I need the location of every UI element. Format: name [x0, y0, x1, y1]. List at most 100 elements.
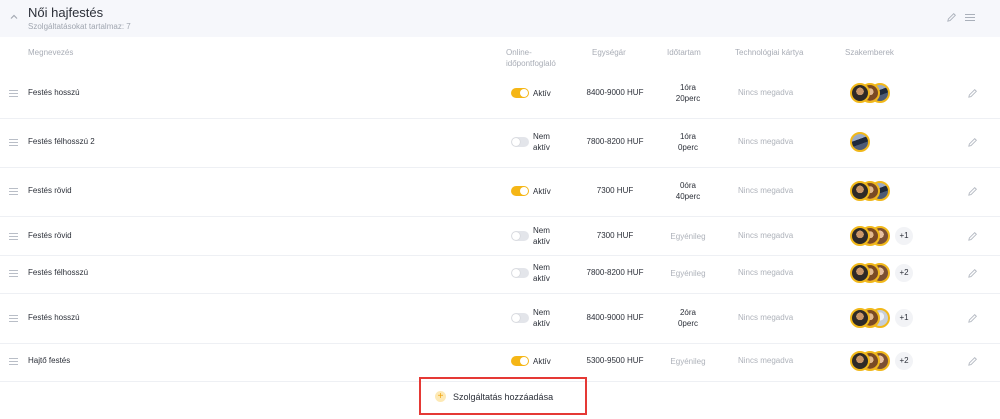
- column-header-name: Megnevezés: [28, 48, 74, 57]
- toggle-knob: [520, 187, 528, 195]
- service-duration-line2: 0perc: [677, 319, 698, 328]
- service-duration-line2: 40perc: [675, 192, 701, 201]
- service-price: 8400-9000 HUF: [586, 313, 644, 322]
- service-price: 5300-9500 HUF: [586, 356, 644, 365]
- service-price: 7800-8200 HUF: [586, 268, 644, 277]
- service-duration: Egyénileg: [660, 231, 716, 242]
- drag-handle-icon[interactable]: [9, 315, 18, 322]
- booking-status: Aktív: [533, 88, 551, 99]
- row-divider: [0, 216, 1000, 217]
- drag-handle-icon[interactable]: [9, 139, 18, 146]
- tech-card-value: Nincs megadva: [738, 313, 794, 322]
- booking-status: Nem aktív: [533, 131, 550, 153]
- pencil-icon[interactable]: [967, 231, 978, 242]
- service-duration-line1: 0óra: [679, 181, 696, 190]
- plus-icon: +: [435, 391, 446, 402]
- booking-status-line1: Nem: [533, 263, 550, 272]
- online-booking-toggle[interactable]: [511, 88, 529, 98]
- service-duration-line1: Egyénileg: [670, 269, 706, 278]
- online-booking-toggle[interactable]: [511, 186, 529, 196]
- category-subtitle: Szolgáltatásokat tartalmaz: 7: [28, 22, 131, 31]
- service-name: Festés hosszú: [28, 88, 80, 97]
- drag-handle-icon[interactable]: [9, 188, 18, 195]
- column-header-specialists: Szakemberek: [845, 48, 894, 57]
- add-service-button[interactable]: + Szolgáltatás hozzáadása: [435, 391, 553, 402]
- service-duration-line1: Egyénileg: [670, 232, 706, 241]
- booking-status-line2: aktív: [533, 274, 550, 283]
- more-specialists-badge[interactable]: +2: [895, 352, 913, 370]
- booking-status-line1: Nem: [533, 308, 550, 317]
- online-booking-toggle[interactable]: [511, 356, 529, 366]
- drag-handle-icon[interactable]: [9, 233, 18, 240]
- pencil-icon[interactable]: [967, 137, 978, 148]
- service-duration-line1: 2óra: [679, 308, 696, 317]
- avatar: [850, 181, 870, 201]
- toggle-knob: [512, 138, 520, 146]
- booking-status-line1: Nem: [533, 226, 550, 235]
- chevron-up-icon[interactable]: [9, 12, 19, 22]
- booking-status-line1: Aktív: [533, 357, 551, 366]
- online-booking-toggle[interactable]: [511, 231, 529, 241]
- pencil-icon[interactable]: [967, 268, 978, 279]
- avatar: [850, 83, 870, 103]
- pencil-icon[interactable]: [967, 313, 978, 324]
- booking-status-line1: Nem: [533, 132, 550, 141]
- pencil-icon[interactable]: [967, 356, 978, 367]
- add-service-label: Szolgáltatás hozzáadása: [453, 391, 554, 402]
- column-header-duration: Időtartam: [667, 48, 701, 57]
- tech-card-value: Nincs megadva: [738, 137, 794, 146]
- service-price: 7800-8200 HUF: [586, 137, 644, 146]
- booking-status: Aktív: [533, 186, 551, 197]
- toggle-knob: [512, 314, 520, 322]
- pencil-icon[interactable]: [946, 12, 957, 23]
- row-divider: [0, 293, 1000, 294]
- service-duration-line1: 1óra: [679, 83, 696, 92]
- service-duration-line2: 20perc: [675, 94, 701, 103]
- booking-status-line1: Aktív: [533, 187, 551, 196]
- category-title: Női hajfestés: [28, 5, 104, 20]
- tech-card-value: Nincs megadva: [738, 88, 794, 97]
- pencil-icon[interactable]: [967, 88, 978, 99]
- column-header-tech-card: Technológiai kártya: [735, 48, 804, 57]
- hamburger-icon[interactable]: [965, 13, 975, 22]
- column-header-online-line1: Online-: [506, 48, 532, 57]
- booking-status: Aktív: [533, 356, 551, 367]
- tech-card-value: Nincs megadva: [738, 356, 794, 365]
- category-header: Női hajfestés Szolgáltatásokat tartalmaz…: [0, 0, 1000, 37]
- drag-handle-icon[interactable]: [9, 90, 18, 97]
- online-booking-toggle[interactable]: [511, 137, 529, 147]
- online-booking-toggle[interactable]: [511, 313, 529, 323]
- booking-status: Nem aktív: [533, 262, 550, 284]
- service-name: Festés félhosszú: [28, 268, 89, 277]
- row-divider: [0, 167, 1000, 168]
- toggle-knob: [512, 269, 520, 277]
- add-service-highlight: + Szolgáltatás hozzáadása: [419, 377, 587, 415]
- service-duration: 1óra 0perc: [660, 131, 716, 153]
- pencil-icon[interactable]: [967, 186, 978, 197]
- row-divider: [0, 118, 1000, 119]
- row-divider: [0, 255, 1000, 256]
- booking-status: Nem aktív: [533, 225, 550, 247]
- service-duration-line2: 0perc: [677, 143, 698, 152]
- service-duration: 0óra 40perc: [660, 180, 716, 202]
- service-duration: 1óra 20perc: [660, 82, 716, 104]
- more-specialists-badge[interactable]: +1: [895, 227, 913, 245]
- service-name: Festés rövid: [28, 186, 72, 195]
- tech-card-value: Nincs megadva: [738, 186, 794, 195]
- more-specialists-badge[interactable]: +2: [895, 264, 913, 282]
- service-price: 7300 HUF: [596, 186, 634, 195]
- service-duration: Egyénileg: [660, 268, 716, 279]
- drag-handle-icon[interactable]: [9, 358, 18, 365]
- avatar: [850, 351, 870, 371]
- online-booking-toggle[interactable]: [511, 268, 529, 278]
- more-specialists-badge[interactable]: +1: [895, 309, 913, 327]
- tech-card-value: Nincs megadva: [738, 231, 794, 240]
- service-name: Festés hosszú: [28, 313, 80, 322]
- service-name: Festés rövid: [28, 231, 72, 240]
- service-price: 8400-9000 HUF: [586, 88, 644, 97]
- drag-handle-icon[interactable]: [9, 270, 18, 277]
- service-duration: 2óra 0perc: [660, 307, 716, 329]
- tech-card-value: Nincs megadva: [738, 268, 794, 277]
- avatar: [850, 226, 870, 246]
- service-name: Festés félhosszú 2: [28, 137, 95, 146]
